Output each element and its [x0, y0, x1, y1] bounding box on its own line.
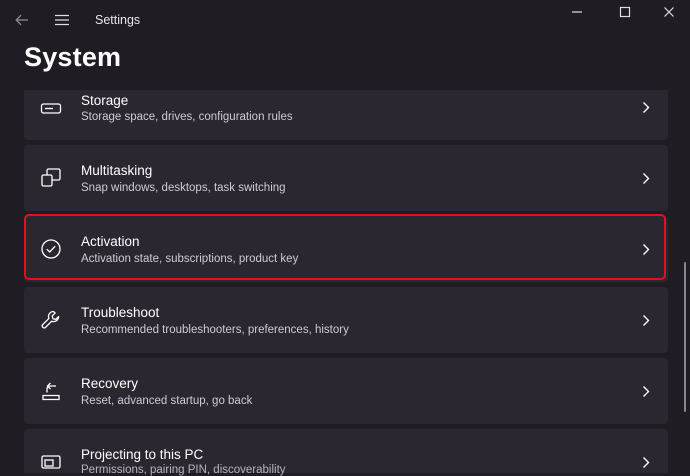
settings-item-troubleshoot[interactable]: Troubleshoot Recommended troubleshooters…: [24, 287, 668, 353]
settings-item-activation[interactable]: Activation Activation state, subscriptio…: [24, 216, 668, 282]
settings-item-description: Recommended troubleshooters, preferences…: [81, 324, 349, 336]
page-title: System: [24, 42, 122, 72]
back-button[interactable]: [8, 0, 36, 40]
settings-item-description: Permissions, pairing PIN, discoverabilit…: [81, 464, 286, 476]
settings-item-description: Storage space, drives, configuration rul…: [81, 111, 293, 123]
vertical-scrollbar[interactable]: [684, 262, 686, 412]
minimize-icon: [571, 6, 583, 18]
back-arrow-icon: [15, 14, 29, 26]
chevron-right-icon: [638, 454, 654, 470]
title-bar: Settings: [0, 0, 690, 40]
settings-item-title: Storage: [81, 93, 129, 108]
projecting-icon: [38, 449, 64, 475]
recovery-icon: [38, 378, 64, 404]
settings-item-recovery[interactable]: Recovery Reset, advanced startup, go bac…: [24, 358, 668, 424]
storage-icon: [38, 96, 64, 122]
settings-item-description: Snap windows, desktops, task switching: [81, 182, 286, 194]
settings-item-title: Activation: [81, 234, 140, 249]
close-button[interactable]: [654, 0, 684, 32]
chevron-right-icon: [638, 383, 654, 399]
settings-item-description: Activation state, subscriptions, product…: [81, 253, 299, 265]
hamburger-icon: [54, 14, 70, 26]
settings-item-multitasking[interactable]: Multitasking Snap windows, desktops, tas…: [24, 145, 668, 211]
chevron-right-icon: [638, 241, 654, 257]
chevron-right-icon: [638, 99, 654, 115]
settings-item-title: Troubleshoot: [81, 305, 160, 320]
chevron-right-icon: [638, 312, 654, 328]
activation-check-icon: [38, 236, 64, 262]
settings-item-storage[interactable]: Storage Storage space, drives, configura…: [24, 90, 668, 140]
chevron-right-icon: [638, 170, 654, 186]
settings-item-title: Multitasking: [81, 163, 153, 178]
maximize-button[interactable]: [610, 0, 640, 32]
navigation-menu-button[interactable]: [50, 0, 74, 40]
close-icon: [663, 6, 675, 18]
settings-item-description: Reset, advanced startup, go back: [81, 395, 253, 407]
maximize-icon: [619, 6, 631, 18]
minimize-button[interactable]: [562, 0, 592, 32]
settings-item-projecting[interactable]: Projecting to this PC Permissions, pairi…: [24, 429, 668, 476]
multitasking-icon: [38, 165, 64, 191]
settings-item-title: Projecting to this PC: [81, 447, 204, 462]
settings-item-title: Recovery: [81, 376, 139, 391]
wrench-icon: [38, 307, 64, 333]
window-title: Settings: [95, 13, 141, 27]
